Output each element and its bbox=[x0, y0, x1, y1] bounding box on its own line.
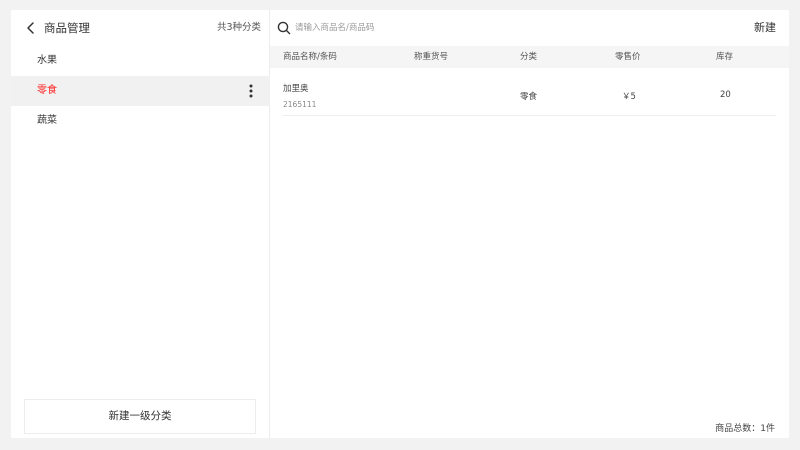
product-stock: 20 bbox=[720, 90, 731, 100]
category-item-fruit[interactable]: 水果 bbox=[11, 46, 270, 76]
product-price: ￥5 bbox=[622, 92, 636, 102]
category-panel: 商品管理 共3种分类 水果 零食 蔬菜 新建一级分类 bbox=[11, 10, 270, 438]
product-barcode: 2165111 bbox=[283, 100, 317, 109]
category-count: 共3种分类 bbox=[216, 22, 261, 33]
category-item-label: 蔬菜 bbox=[37, 115, 57, 126]
column-header-retail-price: 零售价 bbox=[615, 52, 641, 62]
category-list: 水果 零食 蔬菜 bbox=[11, 46, 270, 136]
product-management-window: 商品管理 共3种分类 水果 零食 蔬菜 新建一级分类 请输入商品名/商品码 新建… bbox=[11, 10, 789, 438]
chevron-left-icon[interactable] bbox=[24, 21, 38, 35]
new-product-button[interactable]: 新建 bbox=[754, 20, 776, 36]
table-row[interactable]: 加里奥 2165111 零食 ￥5 20 bbox=[282, 68, 776, 116]
more-vertical-icon[interactable] bbox=[249, 84, 253, 98]
product-category: 零食 bbox=[520, 92, 538, 102]
category-item-snacks[interactable]: 零食 bbox=[11, 76, 270, 106]
page-title: 商品管理 bbox=[44, 21, 90, 35]
category-item-label: 零食 bbox=[37, 85, 57, 96]
new-category-button[interactable]: 新建一级分类 bbox=[24, 399, 256, 434]
search-input[interactable] bbox=[295, 19, 675, 37]
search-bar: 新建 bbox=[270, 10, 789, 46]
column-header-name-barcode: 商品名称/条码 bbox=[283, 52, 337, 62]
column-header-weigh-code: 称重货号 bbox=[414, 52, 449, 62]
product-panel: 新建 商品名称/条码 称重货号 分类 零售价 库存 加里奥 2165111 零食… bbox=[270, 10, 789, 438]
category-item-vegetables[interactable]: 蔬菜 bbox=[11, 106, 270, 136]
search-icon bbox=[277, 21, 291, 35]
column-header-stock: 库存 bbox=[716, 52, 734, 62]
product-total-count: 商品总数：1件 bbox=[715, 424, 775, 434]
column-header-category: 分类 bbox=[520, 52, 538, 62]
category-item-label: 水果 bbox=[37, 55, 57, 66]
product-table-header: 商品名称/条码 称重货号 分类 零售价 库存 bbox=[270, 46, 789, 68]
category-panel-header: 商品管理 共3种分类 bbox=[11, 10, 270, 46]
product-name: 加里奥 bbox=[283, 84, 309, 94]
